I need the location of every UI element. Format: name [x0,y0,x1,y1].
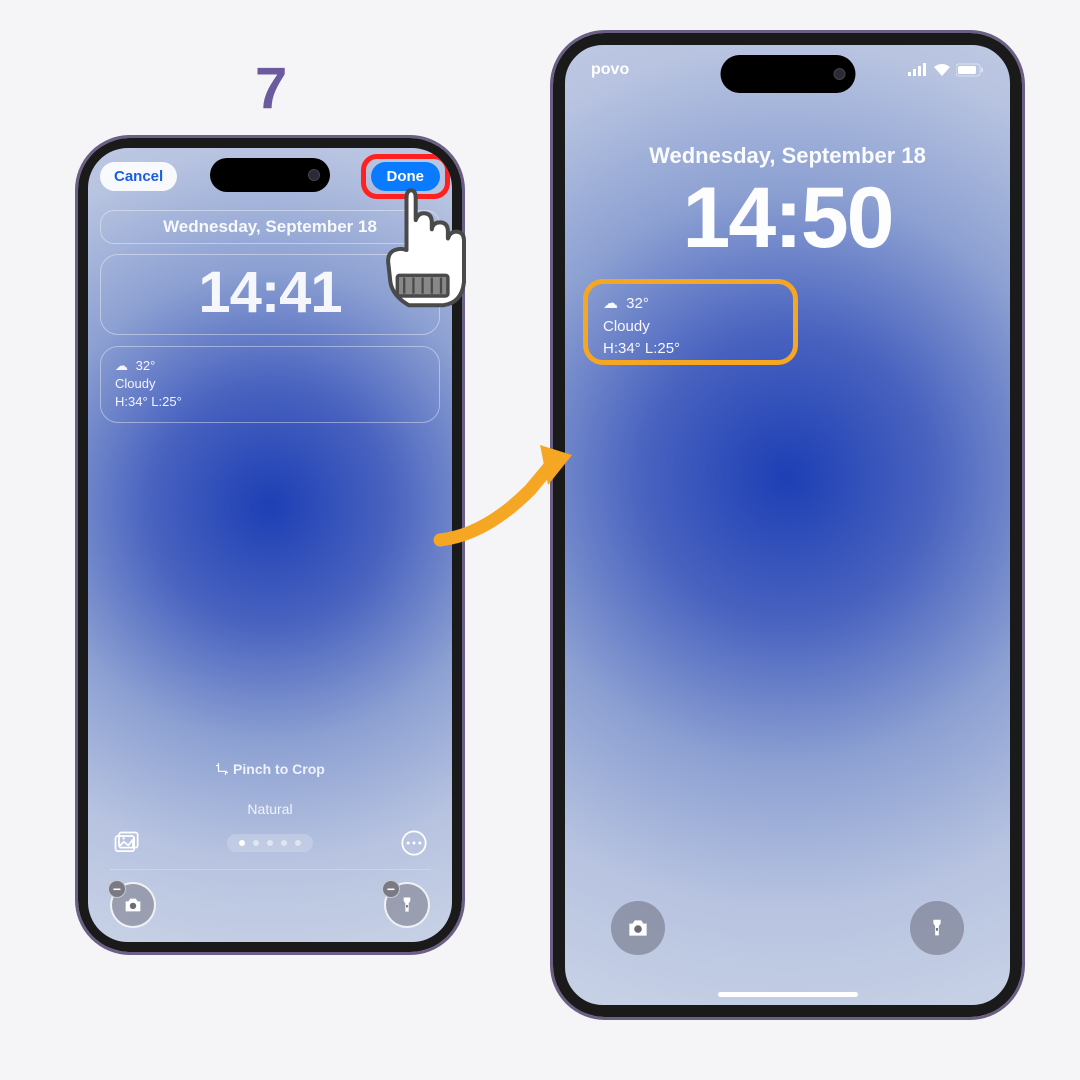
flashlight-icon [397,894,417,916]
step-number: 7 [255,55,287,122]
lock-screen-date: Wednesday, September 18 [565,143,1010,169]
done-button[interactable]: Done [371,162,441,191]
cellular-signal-icon [908,63,928,77]
page-dot [239,840,245,846]
widget-highlight-annotation [583,279,798,365]
page-dot [295,840,301,846]
carrier-label: povo [591,61,629,79]
volume-up-button [75,388,77,438]
crop-icon [215,762,229,776]
flashlight-shortcut[interactable] [910,901,964,955]
page-indicator[interactable] [227,834,313,852]
cancel-button[interactable]: Cancel [100,162,177,191]
weather-widget-editable[interactable]: ☁ 32° Cloudy H:34° L:25° [100,346,440,423]
wifi-icon [933,63,951,77]
phone-right-lock-screen: povo Wednesday, September 18 14:50 ☁ 32°… [550,30,1025,1020]
side-button [550,253,552,281]
side-button [75,333,77,361]
phone-left-edit-mode: Cancel Done Wednesday, September 18 14:4… [75,135,465,955]
page-dot [267,840,273,846]
more-menu-icon[interactable] [400,829,428,857]
pinch-to-crop-hint: Pinch to Crop [88,761,452,777]
photos-icon[interactable] [112,829,140,857]
camera-shortcut[interactable] [611,901,665,955]
remove-badge-icon[interactable]: − [108,880,126,898]
dynamic-island [210,158,330,192]
volume-down-button [550,393,552,453]
remove-badge-icon[interactable]: − [382,880,400,898]
time-widget-editable[interactable]: 14:41 [100,254,440,335]
page-dot [253,840,259,846]
effect-name-label: Natural [88,801,452,817]
volume-down-button [75,453,77,503]
battery-icon [956,63,984,77]
camera-icon [122,894,144,916]
divider [110,869,430,870]
volume-up-button [550,313,552,373]
front-camera [833,68,845,80]
lock-screen-time: 14:50 [565,169,1010,268]
front-camera [308,169,320,181]
cloud-icon: ☁ [115,357,128,375]
power-button [1023,333,1025,428]
date-widget-editable[interactable]: Wednesday, September 18 [100,210,440,244]
camera-shortcut-editable[interactable]: − [110,882,156,928]
weather-condition: Cloudy [115,375,425,393]
camera-icon [625,915,651,941]
home-indicator[interactable] [718,992,858,997]
flashlight-shortcut-editable[interactable]: − [384,882,430,928]
dynamic-island [720,55,855,93]
weather-temp: 32° [136,358,156,373]
power-button [463,403,465,483]
flashlight-icon [926,915,948,941]
weather-hi-lo: H:34° L:25° [115,393,425,411]
page-dot [281,840,287,846]
